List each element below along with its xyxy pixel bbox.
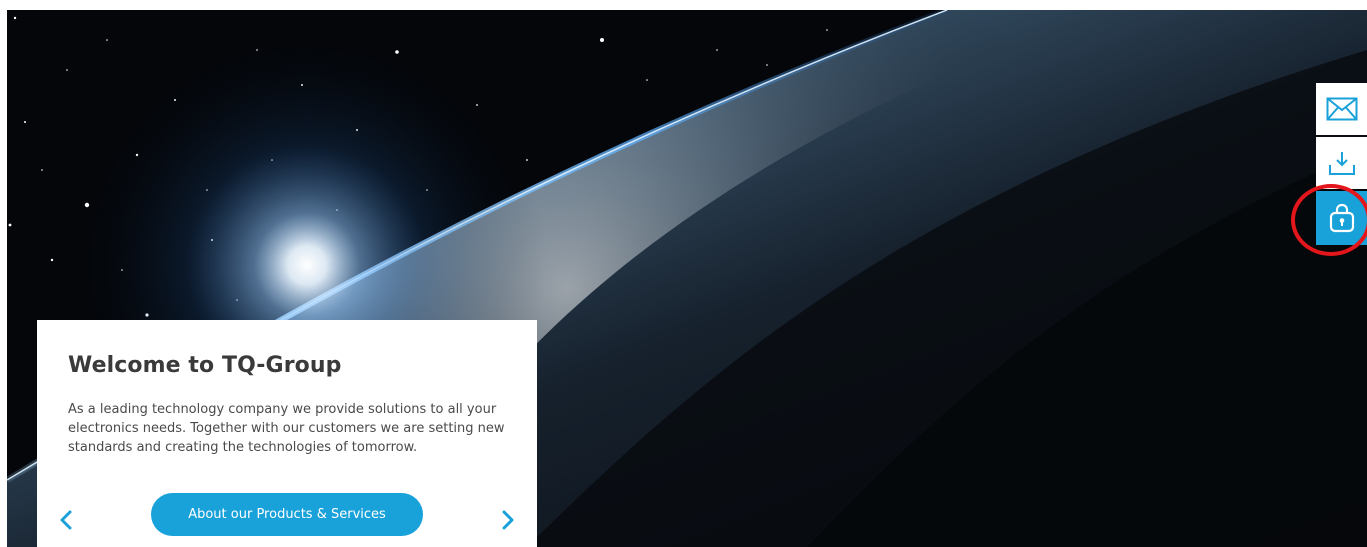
welcome-card: Welcome to TQ-Group As a leading technol… — [37, 320, 537, 547]
mail-icon — [1326, 97, 1357, 121]
welcome-text: As a leading technology company we provi… — [68, 402, 505, 455]
download-icon — [1328, 152, 1355, 175]
lock-icon — [1329, 203, 1354, 233]
welcome-title: Welcome to TQ-Group — [68, 353, 342, 378]
chevron-right-icon[interactable] — [499, 509, 517, 531]
contact-button[interactable] — [1316, 83, 1367, 135]
login-button[interactable] — [1316, 191, 1367, 245]
about-products-button[interactable]: About our Products & Services — [151, 493, 423, 536]
downloads-button[interactable] — [1316, 137, 1367, 189]
page: Welcome to TQ-Group As a leading technol… — [0, 0, 1367, 547]
chevron-left-icon[interactable] — [57, 509, 75, 531]
